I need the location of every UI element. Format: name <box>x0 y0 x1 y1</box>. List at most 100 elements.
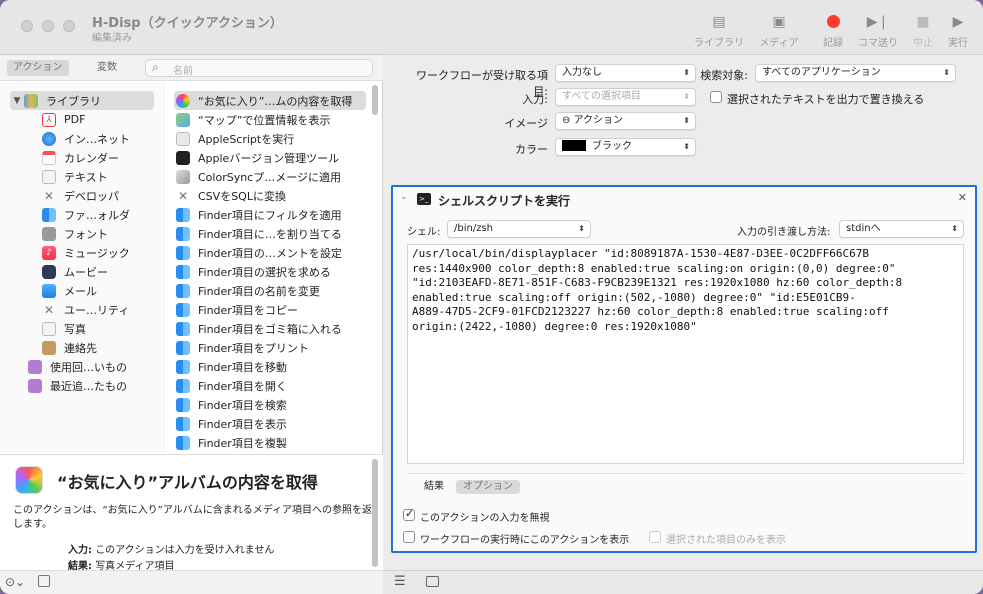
search-scope-popup[interactable]: すべてのアプリケーション ⬍ <box>755 64 956 82</box>
input-popup[interactable]: すべての選択項目 ⬍ <box>555 88 696 106</box>
library-item[interactable]: ファ…ォルダ <box>42 205 130 224</box>
library-item[interactable]: 使用回…いもの <box>28 357 127 376</box>
calendar-icon <box>42 150 56 165</box>
action-item[interactable]: AppleScriptを実行 <box>176 129 368 148</box>
media-toolbar-button[interactable]: ▣ メディア <box>754 12 804 49</box>
ignore-input-label: このアクションの入力を無視 <box>420 513 550 524</box>
library-item[interactable]: 連絡先 <box>42 338 97 357</box>
shell-popup[interactable]: /bin/zsh ⬍ <box>447 220 591 238</box>
finder-icon <box>176 435 190 450</box>
replace-text-checkbox[interactable] <box>710 91 722 103</box>
collapse-chevron-icon[interactable]: ⌄ <box>400 192 408 202</box>
library-item[interactable]: 写真 <box>42 319 86 338</box>
color-popup[interactable]: ブラック ⬍ <box>555 138 696 156</box>
library-item[interactable]: テキスト <box>42 167 108 186</box>
script-editor[interactable]: /usr/local/bin/displayplacer "id:8089187… <box>407 244 964 464</box>
action-item[interactable]: Finder項目にフィルタを適用 <box>176 205 368 224</box>
action-list-scrollbar[interactable] <box>372 85 378 115</box>
action-item[interactable]: Finder項目の名前を変更 <box>176 281 368 300</box>
library-item-root[interactable]: ▼ ライブラリ <box>10 91 154 110</box>
action-item[interactable]: Finder項目の選択を求める <box>176 262 368 281</box>
search-field[interactable]: ⌕ 名前 <box>145 59 373 77</box>
popup-arrows-icon: ⬍ <box>951 224 958 233</box>
run-icon: ▶ <box>952 14 964 30</box>
description-text: このアクションは、“お気に入り”アルバムに含まれるメディア項目への参照を返します… <box>13 505 373 530</box>
title-bar: H-Disp（クイックアクション） 編集済み ▤ ライブラリ ▣ メディア 記録… <box>0 0 983 55</box>
action-item[interactable]: Finder項目をコピー <box>176 300 368 319</box>
action-item[interactable]: Finder項目をゴミ箱に入れる <box>176 319 368 338</box>
finder-icon <box>176 207 190 222</box>
pass-input-popup[interactable]: stdinへ ⬍ <box>839 220 964 238</box>
action-item[interactable]: Finder項目を開く <box>176 376 368 395</box>
automator-window: H-Disp（クイックアクション） 編集済み ▤ ライブラリ ▣ メディア 記録… <box>0 0 983 594</box>
photos-icon <box>15 466 43 494</box>
action-item[interactable]: Finder項目の…メントを設定 <box>176 243 368 262</box>
finder-icon <box>176 378 190 393</box>
action-description: “お気に入り”アルバムの内容を取得 このアクションは、“お気に入り”アルバムに含… <box>0 454 383 572</box>
action-item[interactable]: ColorSyncプ…メージに適用 <box>176 167 368 186</box>
library-item[interactable]: ⅄ PDF <box>42 110 85 129</box>
description-toggle-icon[interactable] <box>38 575 50 587</box>
zoom-button[interactable] <box>63 20 75 32</box>
ignore-input-checkbox[interactable] <box>403 507 415 521</box>
popup-arrows-icon: ⬍ <box>943 68 950 77</box>
tab-options[interactable]: オプション <box>456 480 520 494</box>
list-view-icon[interactable]: ☰ <box>394 574 406 589</box>
library-item[interactable]: 最近追…たもの <box>28 376 127 395</box>
action-item[interactable]: Finder項目を移動 <box>176 357 368 376</box>
disclosure-triangle-icon[interactable]: ▼ <box>10 96 24 106</box>
library-item[interactable]: ムービー <box>42 262 108 281</box>
font-icon <box>42 226 56 241</box>
description-input-row: 入力: このアクションは入力を受け入れません <box>68 545 275 556</box>
action-item[interactable]: “マップ”で位置情報を表示 <box>176 110 368 129</box>
variables-segment[interactable]: 変数 <box>91 60 123 76</box>
script-icon <box>176 131 190 146</box>
run-toolbar-button[interactable]: ▶ 実行 <box>933 12 983 49</box>
actions-segment[interactable]: アクション <box>7 60 69 76</box>
library-item[interactable]: ✕ デベロッパ <box>42 186 119 205</box>
selected-only-checkbox[interactable] <box>649 531 661 543</box>
terminal-icon <box>176 150 190 165</box>
finder-icon <box>176 359 190 374</box>
library-item[interactable]: ♪ ミュージック <box>42 243 130 262</box>
library-header: アクション 変数 ⌕ 名前 <box>0 55 383 81</box>
color-label: カラー <box>515 143 548 156</box>
image-popup[interactable]: ⊖ アクション ⬍ <box>555 112 696 130</box>
popup-arrows-icon: ⬍ <box>683 116 690 125</box>
action-item-selected[interactable]: “お気に入り”…ムの内容を取得 <box>174 91 366 110</box>
action-item[interactable]: Finder項目をプリント <box>176 338 368 357</box>
description-scrollbar[interactable] <box>372 459 378 567</box>
tab-results[interactable]: 結果 <box>417 480 451 494</box>
action-title: シェルスクリプトを実行 <box>438 194 571 208</box>
action-tabs: 結果 オプション <box>407 473 964 495</box>
log-view-icon[interactable] <box>426 576 439 587</box>
window-subtitle: 編集済み <box>92 33 132 44</box>
action-item[interactable]: Appleバージョン管理ツール <box>176 148 368 167</box>
library-toolbar-button[interactable]: ▤ ライブラリ <box>694 12 744 49</box>
action-item[interactable]: ✕ CSVをSQLに変換 <box>176 186 368 205</box>
library-item[interactable]: フォント <box>42 224 108 243</box>
step-toolbar-button[interactable]: ▶❘ コマ送り <box>853 12 903 49</box>
minimize-button[interactable] <box>42 20 54 32</box>
description-title: “お気に入り”アルバムの内容を取得 <box>57 473 318 492</box>
action-menu-icon[interactable]: ⊙⌄ <box>5 575 25 589</box>
finder-icon <box>176 397 190 412</box>
photo-icon <box>42 321 56 336</box>
library-item[interactable]: カレンダー <box>42 148 119 167</box>
photos-icon <box>176 93 190 108</box>
music-icon: ♪ <box>42 245 56 260</box>
action-item[interactable]: Finder項目を複製 <box>176 433 368 452</box>
action-item[interactable]: Finder項目に…を割り当てる <box>176 224 368 243</box>
library-item[interactable]: メール <box>42 281 97 300</box>
library-item[interactable]: ✕ ユー…リティ <box>42 300 129 319</box>
media-icon: ▣ <box>772 14 786 30</box>
action-item[interactable]: Finder項目を検索 <box>176 395 368 414</box>
close-icon[interactable]: ✕ <box>958 191 967 204</box>
receives-popup[interactable]: 入力なし ⬍ <box>555 64 696 82</box>
finder-icon <box>176 264 190 279</box>
record-toolbar-button[interactable]: 記録 <box>808 12 858 49</box>
action-item[interactable]: Finder項目を表示 <box>176 414 368 433</box>
close-button[interactable] <box>21 20 33 32</box>
show-when-run-checkbox[interactable] <box>403 531 415 543</box>
library-item[interactable]: イン…ネット <box>42 129 130 148</box>
